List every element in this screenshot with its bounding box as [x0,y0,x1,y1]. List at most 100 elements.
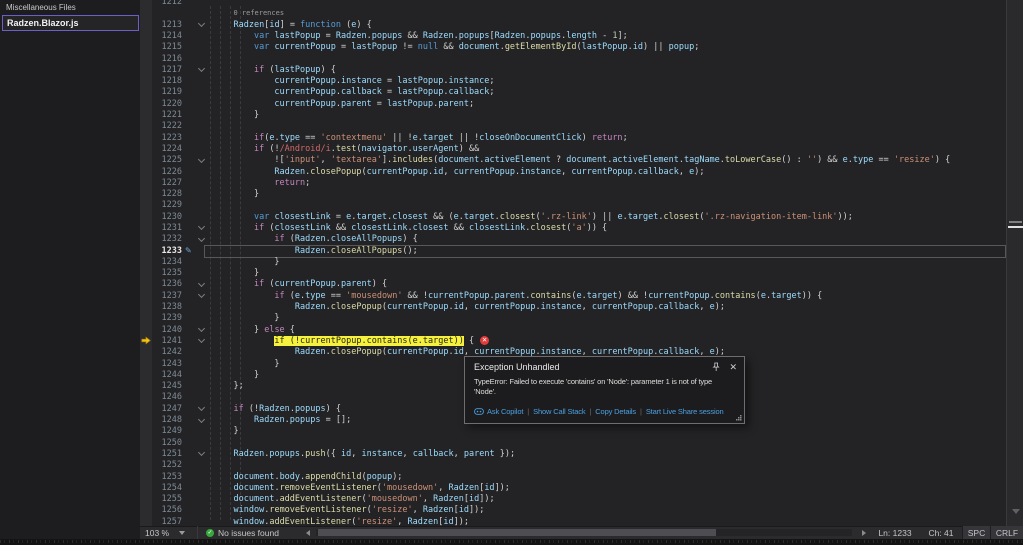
glyph-margin-cell[interactable] [140,347,152,358]
line-number[interactable]: 1234 [152,257,185,267]
glyph-margin-cell[interactable] [140,166,152,177]
line-number[interactable]: 1244 [152,370,185,380]
glyph-margin-cell[interactable] [140,313,152,324]
fold-chevron-icon[interactable] [195,20,207,28]
glyph-margin-cell[interactable] [140,290,152,301]
scrollbar-left-arrow-icon[interactable] [306,529,310,536]
code-line[interactable]: 1217 if (lastPopup) { [140,64,1006,75]
code-line[interactable]: 1228 } [140,188,1006,199]
glyph-margin-cell[interactable] [140,53,152,64]
glyph-margin-cell[interactable] [140,392,152,403]
glyph-margin-cell[interactable] [140,381,152,392]
code-line[interactable]: 1215 var currentPopup = lastPopup != nul… [140,42,1006,53]
fold-chevron-icon[interactable] [195,325,207,333]
line-number[interactable]: 1257 [152,517,185,526]
line-number[interactable]: 1229 [152,200,185,210]
fold-chevron-icon[interactable] [195,223,207,231]
glyph-margin-cell[interactable] [140,460,152,471]
codelens-row[interactable]: 0 references [140,8,1006,19]
line-number[interactable]: 1231 [152,223,185,233]
scrollbar-right-arrow-icon[interactable] [862,529,866,536]
code-line[interactable]: 1220 currentPopup.parent = lastPopup.par… [140,98,1006,109]
code-line[interactable]: 1224 if (!/Android/i.test(navigator.user… [140,143,1006,154]
glyph-margin-cell[interactable] [140,426,152,437]
code-line[interactable]: 1214 var lastPopup = Radzen.popups && Ra… [140,30,1006,41]
glyph-margin-cell[interactable] [140,448,152,459]
glyph-margin-cell[interactable] [140,155,152,166]
line-number[interactable]: 1241 [152,336,185,346]
status-line-ending[interactable]: CRLF [990,526,1023,539]
code-line[interactable]: 1235 } [140,268,1006,279]
code-editor[interactable]: 1212 0 references 1213 Radzen[id] = functi… [140,0,1006,526]
glyph-margin-cell[interactable] [140,335,152,346]
error-icon[interactable]: ✕ [480,335,490,345]
glyph-margin-cell[interactable] [140,188,152,199]
code-line[interactable]: 1254 document.removeEventListener('mouse… [140,482,1006,493]
line-number[interactable]: 1222 [152,121,185,131]
fold-chevron-icon[interactable] [195,336,207,344]
horizontal-scrollbar-thumb[interactable] [318,529,716,536]
line-number[interactable]: 1212 [152,0,185,7]
line-number[interactable]: 1243 [152,359,185,369]
codelens-references[interactable]: 0 references [233,9,284,17]
line-number[interactable]: 1255 [152,494,185,504]
code-line[interactable]: 1221 } [140,109,1006,120]
glyph-margin-cell[interactable] [140,19,152,30]
glyph-margin-cell[interactable] [140,234,152,245]
code-line[interactable]: 1226 Radzen.closePopup(currentPopup.id, … [140,166,1006,177]
status-indent-mode[interactable]: SPC [962,526,990,539]
code-line[interactable]: 1252 [140,460,1006,471]
fold-chevron-icon[interactable] [195,291,207,299]
fold-chevron-icon[interactable] [195,279,207,288]
glyph-margin-cell[interactable] [140,200,152,211]
fold-chevron-icon[interactable] [195,415,207,423]
glyph-margin-cell[interactable] [140,0,152,8]
glyph-margin-cell[interactable] [140,211,152,222]
code-line[interactable]: 1231 if (closestLink && closestLink.clos… [140,222,1006,233]
line-number[interactable]: 1233 [152,246,185,256]
line-number[interactable]: 1253 [152,472,185,482]
line-number[interactable]: 1224 [152,144,185,154]
line-number[interactable]: 1219 [152,87,185,97]
glyph-margin-cell[interactable] [140,358,152,369]
glyph-margin-cell[interactable] [140,256,152,267]
line-number[interactable]: 1238 [152,302,185,312]
line-number[interactable]: 1216 [152,54,185,64]
fold-chevron-icon[interactable] [195,155,207,163]
glyph-margin-cell[interactable] [140,301,152,312]
code-line[interactable]: 1216 [140,53,1006,64]
zoom-selector[interactable]: 103 % [140,526,198,539]
popup-action-start-live-share-session[interactable]: Start Live Share session [646,407,724,416]
line-number[interactable]: 1249 [152,426,185,436]
code-line[interactable]: 1236 if (currentPopup.parent) { [140,279,1006,290]
line-number[interactable]: 1214 [152,31,185,41]
line-number[interactable]: 1232 [152,234,185,244]
line-number[interactable]: 1248 [152,415,185,425]
project-dropdown-label[interactable]: Miscellaneous Files [6,3,76,12]
glyph-margin-cell[interactable] [140,42,152,53]
code-line[interactable]: 1225 !['input', 'textarea'].includes(doc… [140,155,1006,166]
glyph-margin-cell[interactable] [140,132,152,143]
line-number[interactable]: 1217 [152,65,185,75]
glyph-margin-cell[interactable] [140,121,152,132]
glyph-margin-cell[interactable] [140,109,152,120]
popup-action-copy-details[interactable]: Copy Details [595,407,636,416]
line-number[interactable]: 1246 [152,392,185,402]
line-number[interactable]: 1236 [152,279,185,289]
line-number[interactable]: 1226 [152,167,185,177]
file-dropdown[interactable]: Radzen.Blazor.js [2,15,139,31]
code-line[interactable]: 1253 document.body.appendChild(popup); [140,471,1006,482]
glyph-margin-cell[interactable] [140,222,152,233]
line-number[interactable]: 1254 [152,483,185,493]
status-column-number[interactable]: Ch: 41 [920,526,962,539]
line-number[interactable]: 1240 [152,325,185,335]
code-line[interactable]: 1250 [140,437,1006,448]
code-line[interactable]: 1234 } [140,256,1006,267]
glyph-margin-cell[interactable] [140,403,152,414]
code-line[interactable]: 1223 if(e.type == 'contextmenu' || !e.ta… [140,132,1006,143]
line-number[interactable]: 1251 [152,449,185,459]
fold-chevron-icon[interactable] [195,404,207,412]
glyph-margin-cell[interactable] [140,482,152,493]
code-line[interactable]: 1219 currentPopup.callback = lastPopup.c… [140,87,1006,98]
status-line-number[interactable]: Ln: 1233 [870,526,920,539]
